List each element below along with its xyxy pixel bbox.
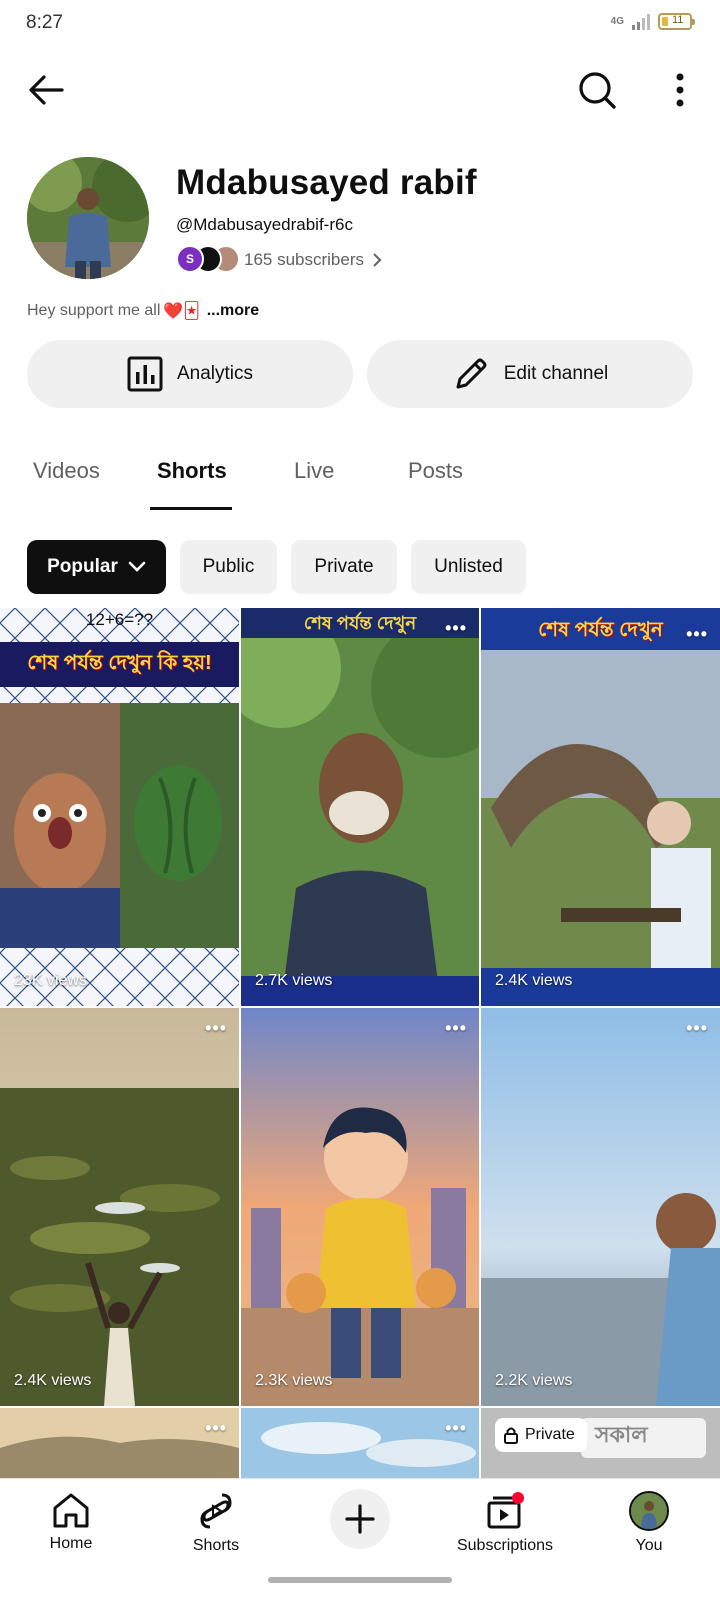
nav-you-label: You xyxy=(635,1537,663,1554)
short-thumbnail[interactable]: Private সকাল xyxy=(481,1408,720,1478)
channel-tabs: Videos Shorts Live Posts xyxy=(0,446,720,512)
thumbnail-caption: 12+6=?? xyxy=(85,610,154,629)
short-views: 2.4K views xyxy=(495,972,573,989)
thumbnail-banner: শেষ পর্যন্ত দেখুন xyxy=(241,608,479,638)
chevron-down-icon xyxy=(128,561,146,572)
battery-icon: 11 xyxy=(658,13,695,30)
nav-home-label: Home xyxy=(49,1535,93,1552)
thumbnail-banner: শেষ পর্যন্ত দেখুন xyxy=(538,619,663,641)
analytics-button[interactable]: Analytics xyxy=(27,340,353,408)
subscribers-row[interactable]: S 165 subscribers xyxy=(176,245,382,275)
subscriber-avatar: S xyxy=(176,245,204,273)
channel-bio[interactable]: Hey support me all ❤️🃏 ...more xyxy=(27,301,259,321)
channel-handle: @Mdabusayedrabif-r6c xyxy=(176,215,353,234)
tab-live[interactable]: Live xyxy=(294,458,334,484)
you-avatar xyxy=(629,1491,669,1531)
arrow-left-icon xyxy=(29,75,64,105)
short-more-button[interactable]: ••• xyxy=(205,1418,227,1439)
bio-more-link[interactable]: ...more xyxy=(207,302,259,320)
short-views: 23K views xyxy=(14,972,87,989)
thumbnail-image xyxy=(0,1408,239,1478)
signal-icon xyxy=(632,13,650,30)
short-views: 2.3K views xyxy=(255,1372,333,1389)
nav-subscriptions[interactable]: Subscriptions xyxy=(440,1491,570,1555)
thumbnail-image xyxy=(481,608,720,1006)
pencil-icon xyxy=(456,358,487,389)
active-tab-indicator xyxy=(150,507,232,510)
analytics-icon xyxy=(127,356,163,392)
tab-videos[interactable]: Videos xyxy=(33,458,100,484)
thumbnail-image xyxy=(241,1408,479,1478)
status-bar: 8:27 4G 11 xyxy=(0,0,720,52)
edit-channel-label: Edit channel xyxy=(503,363,609,384)
battery-level: 11 xyxy=(672,14,684,26)
home-indicator[interactable] xyxy=(268,1577,452,1583)
thumbnail-image xyxy=(481,1008,720,1406)
private-badge: Private xyxy=(495,1418,587,1452)
plus-icon xyxy=(345,1504,375,1534)
nav-shorts[interactable]: Shorts xyxy=(151,1491,281,1555)
short-thumbnail[interactable]: ••• xyxy=(241,1408,479,1478)
tab-shorts[interactable]: Shorts xyxy=(157,458,227,484)
lock-icon xyxy=(504,1427,518,1444)
filter-chip-label: Popular xyxy=(47,556,118,577)
filter-chip-unlisted[interactable]: Unlisted xyxy=(411,540,526,594)
top-bar xyxy=(0,60,720,120)
short-thumbnail[interactable]: ••• 2.4K views xyxy=(0,1008,239,1406)
thumbnail-banner: শেষ পর্যন্ত দেখুন কি হয়! xyxy=(0,642,239,687)
back-button[interactable] xyxy=(24,68,72,112)
filter-chip-public[interactable]: Public xyxy=(180,540,277,594)
channel-avatar[interactable] xyxy=(27,157,149,279)
search-icon xyxy=(579,72,616,109)
short-thumbnail[interactable]: 12+6=?? শেষ পর্যন্ত দেখুন কি হয়! 23K vi… xyxy=(0,608,239,1006)
short-more-button[interactable]: ••• xyxy=(445,1018,467,1039)
channel-name: Mdabusayed rabif xyxy=(176,163,477,202)
chevron-right-icon xyxy=(373,253,382,267)
nav-subscriptions-label: Subscriptions xyxy=(456,1537,554,1554)
thumbnail-image xyxy=(241,1008,479,1406)
short-more-button[interactable]: ••• xyxy=(445,618,467,639)
status-time: 8:27 xyxy=(26,12,63,33)
subscriptions-icon xyxy=(487,1492,524,1529)
filter-chip-private[interactable]: Private xyxy=(291,540,397,594)
short-views: 2.4K views xyxy=(14,1372,92,1389)
thumbnail-image xyxy=(241,608,479,1006)
analytics-label: Analytics xyxy=(176,363,254,384)
status-icons: 4G 11 xyxy=(610,13,695,30)
nav-shorts-label: Shorts xyxy=(192,1537,240,1554)
home-icon xyxy=(53,1493,89,1528)
short-more-button[interactable]: ••• xyxy=(686,1018,708,1039)
thumbnail-caption: সকাল xyxy=(595,1422,648,1447)
short-more-button[interactable]: ••• xyxy=(445,1418,467,1439)
short-thumbnail[interactable]: ••• 2.2K views xyxy=(481,1008,720,1406)
nav-you[interactable]: You xyxy=(584,1491,714,1555)
network-label: 4G xyxy=(610,16,624,27)
short-more-button[interactable]: ••• xyxy=(686,624,708,645)
short-thumbnail[interactable]: ••• 2.3K views xyxy=(241,1008,479,1406)
private-label: Private xyxy=(525,1426,575,1443)
short-views: 2.2K views xyxy=(495,1372,573,1389)
edit-channel-button[interactable]: Edit channel xyxy=(367,340,693,408)
short-thumbnail[interactable]: ••• xyxy=(0,1408,239,1478)
subscriber-avatars: S xyxy=(176,245,242,275)
more-vertical-icon xyxy=(676,73,684,107)
create-button[interactable] xyxy=(330,1489,390,1549)
short-more-button[interactable]: ••• xyxy=(205,1018,227,1039)
thumbnail-image xyxy=(0,1008,239,1406)
filter-chip-popular[interactable]: Popular xyxy=(27,540,166,594)
short-thumbnail[interactable]: শেষ পর্যন্ত দেখুন ••• 2.7K views xyxy=(241,608,479,1006)
avatar-image xyxy=(27,157,149,279)
nav-home[interactable]: Home xyxy=(6,1491,136,1553)
shorts-grid: 12+6=?? শেষ পর্যন্ত দেখুন কি হয়! 23K vi… xyxy=(0,608,720,1478)
more-options-button[interactable] xyxy=(656,68,704,112)
bio-text: Hey support me all xyxy=(27,302,161,319)
subscriber-count: 165 subscribers xyxy=(244,250,365,269)
short-thumbnail[interactable]: শেষ পর্যন্ত দেখুন ••• 2.4K views xyxy=(481,608,720,1006)
search-button[interactable] xyxy=(574,68,622,112)
bio-emoji: ❤️🃏 xyxy=(163,303,200,320)
tab-posts[interactable]: Posts xyxy=(408,458,463,484)
shorts-icon xyxy=(200,1493,232,1529)
short-views: 2.7K views xyxy=(255,972,333,989)
